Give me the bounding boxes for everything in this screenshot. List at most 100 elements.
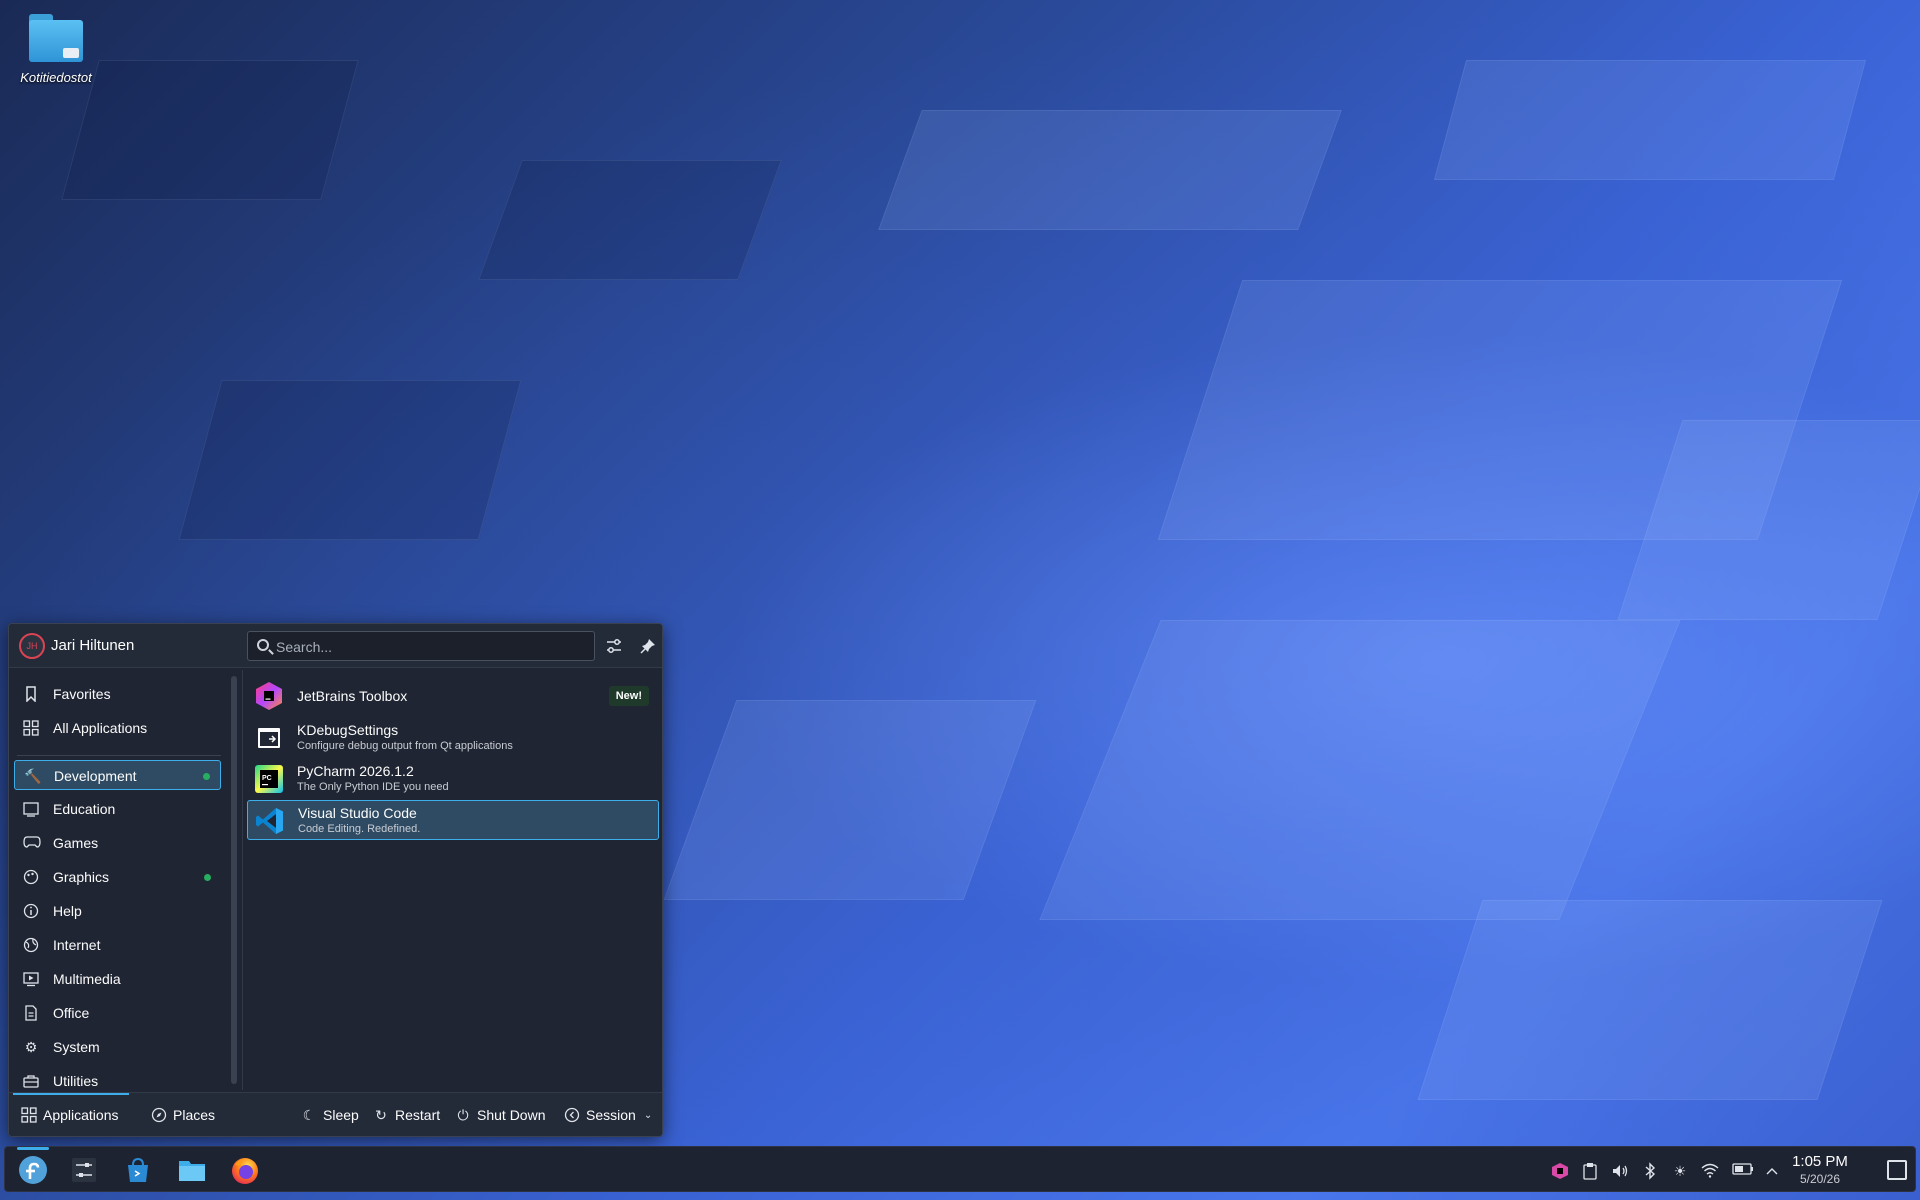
sidebar-item-label: Utilities <box>53 1073 99 1089</box>
app-name: JetBrains Toolbox <box>297 688 408 704</box>
panel-divider <box>242 670 243 1090</box>
tab-applications[interactable]: Applications <box>21 1103 119 1127</box>
search-box[interactable] <box>247 631 595 661</box>
tab-label: Places <box>173 1107 216 1123</box>
tab-label: Applications <box>43 1107 119 1123</box>
sidebar-item-development[interactable]: 🔨 Development <box>14 760 221 790</box>
search-icon <box>257 639 269 651</box>
app-item-pycharm[interactable]: PC PyCharm 2026.1.2 The Only Python IDE … <box>247 759 659 799</box>
folder-home-icon <box>27 12 85 64</box>
app-name: KDebugSettings <box>297 722 399 738</box>
app-description: The Only Python IDE you need <box>297 781 449 793</box>
hammer-icon: 🔨 <box>24 768 42 784</box>
sidebar-item-multimedia[interactable]: Multimedia <box>14 964 221 994</box>
compass-icon <box>151 1107 167 1123</box>
app-name: Visual Studio Code <box>298 805 417 821</box>
desktop-icon-label: Kotitiedostot <box>20 70 92 85</box>
chevron-down-icon: ⌄ <box>643 1109 653 1121</box>
application-launcher-button[interactable] <box>15 1147 51 1188</box>
bookmark-icon <box>23 686 39 703</box>
launcher-header: JH Jari Hiltunen <box>9 624 662 668</box>
restart-icon: ↻ <box>375 1107 387 1123</box>
sidebar-item-label: Development <box>54 768 137 784</box>
vscode-icon <box>254 805 286 837</box>
sidebar-item-label: Games <box>53 835 99 851</box>
clipboard-icon[interactable] <box>1581 1162 1599 1180</box>
shutdown-button[interactable]: ⏻ Shut Down <box>455 1103 545 1127</box>
battery-icon[interactable] <box>1732 1162 1753 1180</box>
sidebar-item-label: Graphics <box>53 869 110 885</box>
pycharm-icon: PC <box>253 763 285 795</box>
category-sidebar: Favorites All Applications 🔨 Development… <box>9 674 231 1089</box>
system-settings-icon <box>72 1158 96 1182</box>
app-item-jetbrains-toolbox[interactable]: JetBrains Toolbox New! <box>247 676 659 716</box>
launcher-footer: Applications Places ☾ Sleep ↻ Restart ⏻ … <box>9 1092 662 1136</box>
kdebugsettings-icon <box>253 722 285 754</box>
dolphin-icon <box>179 1161 205 1181</box>
restart-label: Restart <box>395 1107 441 1123</box>
sidebar-item-games[interactable]: Games <box>14 828 221 858</box>
show-desktop-icon[interactable] <box>1887 1160 1907 1180</box>
dolphin-task[interactable] <box>174 1152 210 1188</box>
expand-tray-icon[interactable] <box>1763 1162 1781 1180</box>
session-icon <box>564 1107 580 1123</box>
sidebar-item-label: Favorites <box>53 686 111 702</box>
firefox-icon <box>232 1158 258 1184</box>
sidebar-item-graphics[interactable]: Graphics <box>14 862 221 892</box>
app-item-visual-studio-code[interactable]: Visual Studio Code Code Editing. Redefin… <box>247 800 659 840</box>
sidebar-item-education[interactable]: Education <box>14 794 221 824</box>
sidebar-item-system[interactable]: ⚙ System <box>14 1032 221 1062</box>
avatar[interactable]: JH <box>19 633 45 659</box>
sidebar-item-favorites[interactable]: Favorites <box>14 679 221 709</box>
desktop-icon-home[interactable]: Kotitiedostot <box>12 12 100 85</box>
fedora-launcher-icon <box>19 1156 47 1184</box>
digital-clock[interactable]: 1:05 PM 5/20/26 <box>1781 1153 1859 1186</box>
configure-icon <box>607 639 621 653</box>
application-launcher: JH Jari Hiltunen Favorites <box>8 623 663 1137</box>
volume-icon[interactable] <box>1611 1162 1629 1180</box>
grid-icon <box>23 720 39 736</box>
sleep-button[interactable]: ☾ Sleep <box>301 1103 359 1127</box>
discover-task[interactable] <box>120 1152 156 1188</box>
globe-icon <box>23 937 39 953</box>
education-icon <box>23 801 39 817</box>
pin-button[interactable] <box>635 633 661 659</box>
session-label: Session <box>586 1107 636 1123</box>
new-apps-dot <box>203 773 210 780</box>
graphics-icon <box>23 869 39 885</box>
gamepad-icon <box>23 835 41 851</box>
office-icon <box>23 1005 39 1021</box>
sidebar-separator <box>17 755 221 756</box>
sidebar-item-label: Education <box>53 801 116 817</box>
jetbrains-toolbox-icon <box>253 680 285 712</box>
sidebar-item-label: Office <box>53 1005 90 1021</box>
app-item-kdebugsettings[interactable]: KDebugSettings Configure debug output fr… <box>247 718 659 758</box>
sidebar-scrollbar[interactable] <box>231 676 237 1084</box>
restart-button[interactable]: ↻ Restart <box>373 1103 440 1127</box>
firefox-task[interactable] <box>227 1152 263 1188</box>
app-name: PyCharm 2026.1.2 <box>297 763 414 779</box>
wifi-icon[interactable] <box>1701 1162 1719 1180</box>
app-description: Code Editing. Redefined. <box>298 823 421 835</box>
jetbrains-tray-icon[interactable] <box>1551 1162 1569 1180</box>
sidebar-item-label: Multimedia <box>53 971 121 987</box>
brightness-icon[interactable]: ☀ <box>1671 1162 1689 1180</box>
system-settings-task[interactable] <box>66 1152 102 1188</box>
clock-date: 5/20/26 <box>1799 1172 1841 1186</box>
svg-text:PC: PC <box>262 775 272 782</box>
utilities-icon <box>23 1073 39 1089</box>
sidebar-item-help[interactable]: Help <box>14 896 221 926</box>
sidebar-item-office[interactable]: Office <box>14 998 221 1028</box>
tab-places[interactable]: Places <box>151 1103 215 1127</box>
taskbar: ☀ 1:05 PM 5/20/26 <box>4 1146 1916 1192</box>
sidebar-item-all-applications[interactable]: All Applications <box>14 713 221 743</box>
new-apps-dot <box>204 874 211 881</box>
clock-time: 1:05 PM <box>1792 1153 1848 1170</box>
bluetooth-icon[interactable] <box>1641 1162 1659 1180</box>
search-input[interactable] <box>276 637 586 657</box>
sidebar-item-internet[interactable]: Internet <box>14 930 221 960</box>
configure-button[interactable] <box>601 633 627 659</box>
user-name: Jari Hiltunen <box>51 637 135 654</box>
sidebar-item-label: Internet <box>53 937 101 953</box>
session-button[interactable]: Session ⌄ <box>564 1103 652 1127</box>
